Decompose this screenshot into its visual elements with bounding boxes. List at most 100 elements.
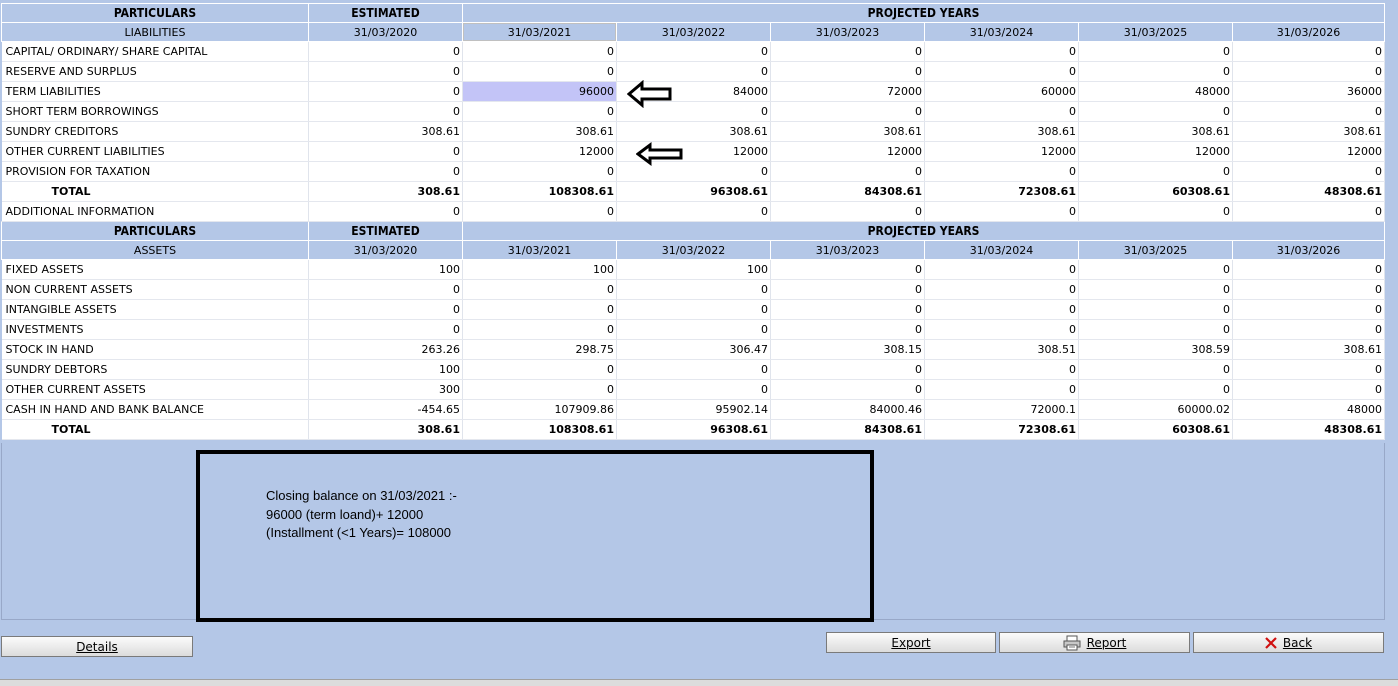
- value-cell[interactable]: 308.61: [616, 121, 771, 142]
- value-cell[interactable]: 72000: [770, 81, 925, 102]
- value-cell[interactable]: 0: [1078, 161, 1233, 182]
- value-cell[interactable]: 0: [462, 299, 617, 320]
- value-cell[interactable]: 12000: [1232, 141, 1386, 162]
- value-cell[interactable]: 0: [308, 41, 463, 62]
- date-column-header[interactable]: 31/03/2023: [770, 22, 925, 42]
- value-cell[interactable]: 308.61: [770, 121, 925, 142]
- value-cell[interactable]: 0: [770, 299, 925, 320]
- value-cell[interactable]: 0: [770, 101, 925, 122]
- date-column-header[interactable]: 31/03/2025: [1078, 240, 1233, 260]
- date-column-header[interactable]: 31/03/2020: [308, 240, 463, 260]
- value-cell[interactable]: 84000.46: [770, 399, 925, 420]
- value-cell[interactable]: 0: [462, 61, 617, 82]
- value-cell[interactable]: 0: [462, 201, 617, 222]
- value-cell[interactable]: 308.59: [1078, 339, 1233, 360]
- value-cell[interactable]: 0: [1078, 41, 1233, 62]
- date-column-header[interactable]: 31/03/2026: [1231, 240, 1386, 260]
- value-cell[interactable]: 0: [616, 279, 771, 300]
- value-cell[interactable]: 0: [616, 61, 771, 82]
- value-cell[interactable]: 0: [308, 299, 463, 320]
- value-cell[interactable]: 0: [1078, 101, 1233, 122]
- value-cell[interactable]: 0: [308, 141, 463, 162]
- value-cell[interactable]: 48000: [1078, 81, 1233, 102]
- value-cell[interactable]: 0: [462, 379, 617, 400]
- value-cell[interactable]: 0: [1078, 379, 1233, 400]
- value-cell[interactable]: 12000: [770, 141, 925, 162]
- value-cell[interactable]: 0: [1232, 299, 1386, 320]
- value-cell[interactable]: 0: [1232, 161, 1386, 182]
- value-cell[interactable]: 0: [1232, 359, 1386, 380]
- value-cell[interactable]: 0: [462, 279, 617, 300]
- value-cell[interactable]: 0: [770, 319, 925, 340]
- value-cell[interactable]: 0: [770, 161, 925, 182]
- value-cell[interactable]: 308.61: [1078, 121, 1233, 142]
- value-cell[interactable]: 0: [616, 201, 771, 222]
- value-cell[interactable]: 72000.1: [924, 399, 1079, 420]
- value-cell[interactable]: 0: [924, 279, 1079, 300]
- value-cell[interactable]: 0: [770, 379, 925, 400]
- value-cell[interactable]: -454.65: [308, 399, 463, 420]
- value-cell[interactable]: 0: [924, 41, 1079, 62]
- value-cell[interactable]: 308.61: [1232, 339, 1386, 360]
- value-cell[interactable]: 0: [770, 61, 925, 82]
- value-cell[interactable]: 96000: [462, 81, 617, 102]
- value-cell[interactable]: 0: [1078, 259, 1233, 280]
- value-cell[interactable]: 0: [1078, 201, 1233, 222]
- value-cell[interactable]: 0: [462, 359, 617, 380]
- value-cell[interactable]: 0: [308, 101, 463, 122]
- value-cell[interactable]: 0: [616, 41, 771, 62]
- export-button[interactable]: Export: [826, 632, 996, 653]
- date-column-header[interactable]: 31/03/2022: [616, 22, 771, 42]
- value-cell[interactable]: 0: [924, 299, 1079, 320]
- value-cell[interactable]: 48000: [1232, 399, 1386, 420]
- value-cell[interactable]: 0: [462, 161, 617, 182]
- value-cell[interactable]: 0: [924, 101, 1079, 122]
- value-cell[interactable]: 0: [616, 299, 771, 320]
- value-cell[interactable]: 95902.14: [616, 399, 771, 420]
- value-cell[interactable]: 300: [308, 379, 463, 400]
- value-cell[interactable]: 0: [308, 319, 463, 340]
- value-cell[interactable]: 0: [308, 279, 463, 300]
- value-cell[interactable]: 0: [1078, 359, 1233, 380]
- report-button[interactable]: Report: [999, 632, 1190, 653]
- value-cell[interactable]: 308.61: [308, 121, 463, 142]
- value-cell[interactable]: 0: [308, 161, 463, 182]
- value-cell[interactable]: 100: [616, 259, 771, 280]
- back-button[interactable]: Back: [1193, 632, 1384, 653]
- value-cell[interactable]: 60000.02: [1078, 399, 1233, 420]
- value-cell[interactable]: 298.75: [462, 339, 617, 360]
- value-cell[interactable]: 0: [1232, 379, 1386, 400]
- value-cell[interactable]: 308.61: [462, 121, 617, 142]
- value-cell[interactable]: 0: [1232, 41, 1386, 62]
- value-cell[interactable]: 0: [462, 319, 617, 340]
- value-cell[interactable]: 0: [1078, 319, 1233, 340]
- value-cell[interactable]: 0: [616, 359, 771, 380]
- value-cell[interactable]: 0: [1078, 279, 1233, 300]
- value-cell[interactable]: 100: [308, 259, 463, 280]
- value-cell[interactable]: 0: [924, 61, 1079, 82]
- date-column-header[interactable]: 31/03/2022: [616, 240, 771, 260]
- date-column-header[interactable]: 31/03/2024: [924, 22, 1079, 42]
- value-cell[interactable]: 0: [924, 201, 1079, 222]
- value-cell[interactable]: 100: [308, 359, 463, 380]
- date-column-header[interactable]: 31/03/2023: [770, 240, 925, 260]
- value-cell[interactable]: 100: [462, 259, 617, 280]
- value-cell[interactable]: 308.15: [770, 339, 925, 360]
- value-cell[interactable]: 12000: [924, 141, 1079, 162]
- value-cell[interactable]: 0: [1232, 319, 1386, 340]
- value-cell[interactable]: 0: [1078, 61, 1233, 82]
- value-cell[interactable]: 107909.86: [462, 399, 617, 420]
- value-cell[interactable]: 0: [924, 259, 1079, 280]
- value-cell[interactable]: 308.51: [924, 339, 1079, 360]
- value-cell[interactable]: 36000: [1232, 81, 1386, 102]
- value-cell[interactable]: 0: [1232, 201, 1386, 222]
- value-cell[interactable]: 0: [308, 81, 463, 102]
- details-button[interactable]: Details: [1, 636, 193, 657]
- date-column-header[interactable]: 31/03/2021: [462, 22, 617, 42]
- value-cell[interactable]: 0: [1232, 61, 1386, 82]
- value-cell[interactable]: 0: [924, 379, 1079, 400]
- value-cell[interactable]: 308.61: [1232, 121, 1386, 142]
- value-cell[interactable]: 0: [1232, 101, 1386, 122]
- value-cell[interactable]: 60000: [924, 81, 1079, 102]
- value-cell[interactable]: 0: [308, 61, 463, 82]
